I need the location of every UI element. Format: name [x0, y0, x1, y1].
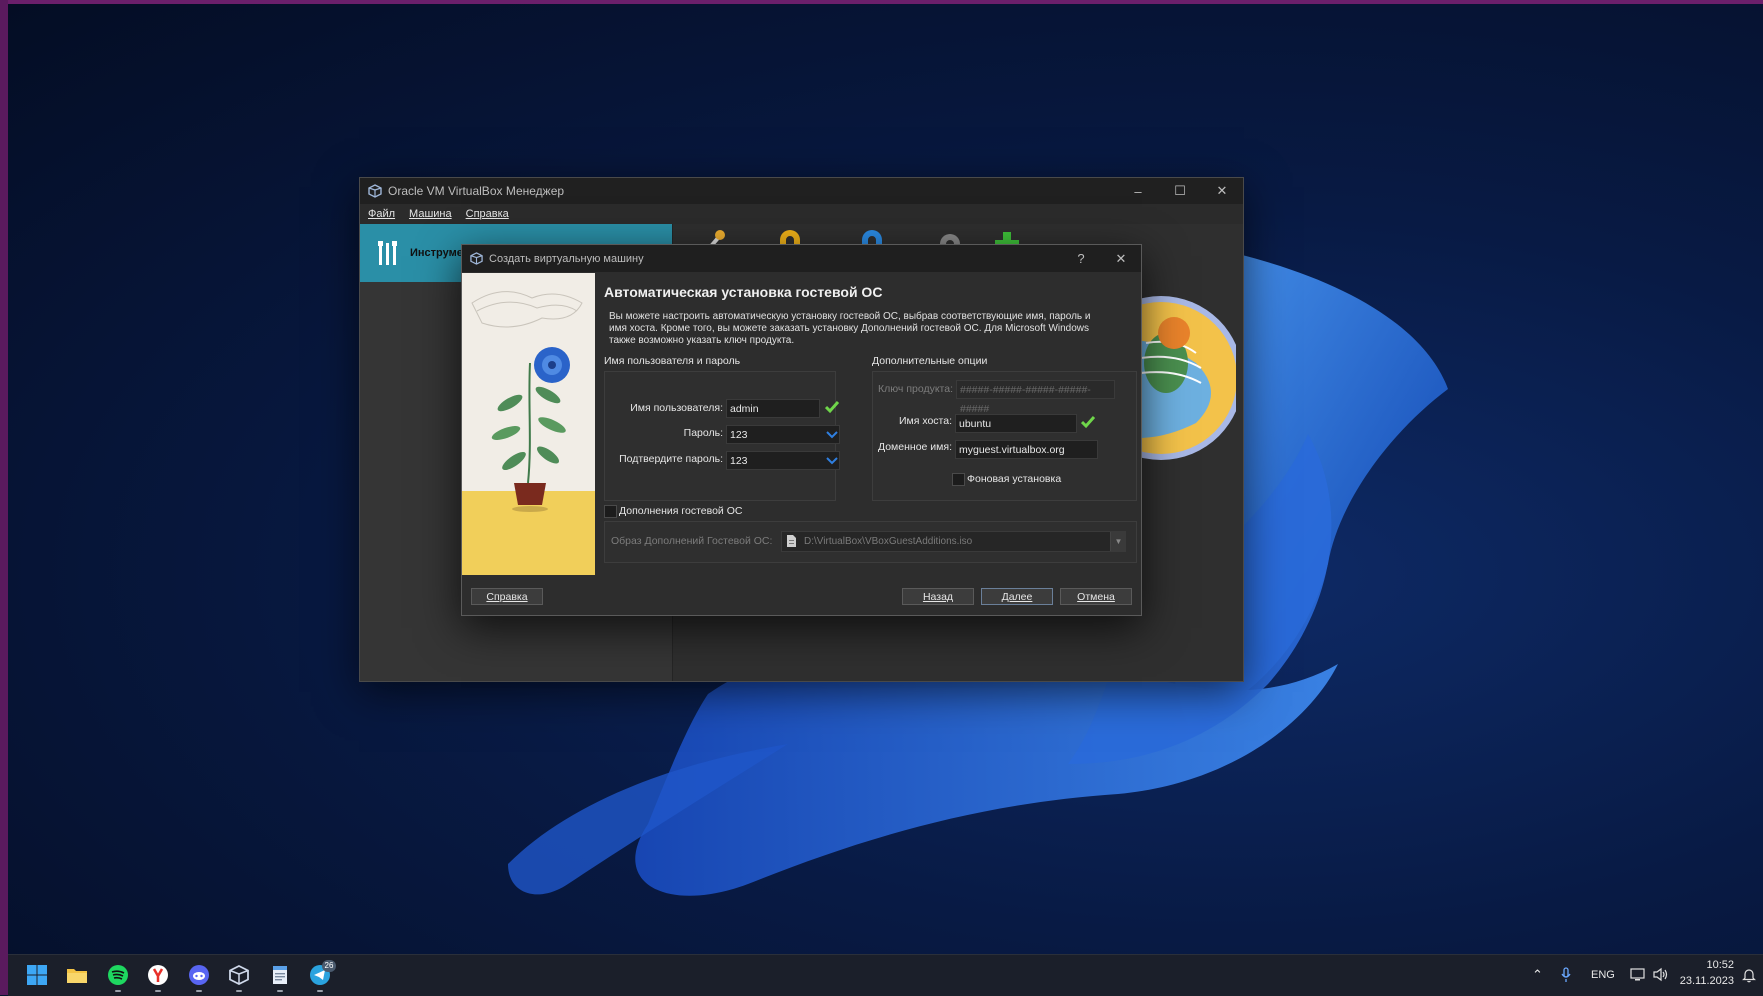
dialog-titlebar: Создать виртуальную машину ? ✕: [462, 245, 1141, 272]
wizard-page: Автоматическая установка гостевой ОС Вы …: [601, 273, 1141, 575]
password-label: Пароль:: [683, 427, 723, 439]
valid-check-icon: [1081, 416, 1095, 429]
password-input[interactable]: 123: [726, 425, 840, 444]
tray-overflow-chevron-icon[interactable]: ⌃: [1532, 967, 1543, 983]
network-icon[interactable]: [1630, 967, 1646, 982]
notepad-icon[interactable]: [269, 964, 291, 986]
spotify-icon[interactable]: [107, 964, 129, 986]
iso-path-field[interactable]: D:\VirtualBox\VBoxGuestAdditions.iso: [781, 531, 1126, 552]
help-button-label: Справка: [486, 591, 528, 603]
next-button-label: Далее: [1001, 591, 1033, 603]
potted-flower-illustration: [462, 291, 595, 575]
manager-title: Oracle VM VirtualBox Менеджер: [388, 184, 565, 198]
next-button[interactable]: Далее: [981, 588, 1053, 605]
input-language[interactable]: ENG: [1591, 969, 1615, 981]
product-key-input[interactable]: #####-#####-#####-#####-#####: [956, 380, 1115, 415]
windows-start-icon[interactable]: [26, 964, 48, 986]
headless-install-checkbox[interactable]: [952, 473, 965, 486]
domain-input[interactable]: myguest.virtualbox.org: [955, 440, 1098, 459]
volume-icon[interactable]: [1653, 967, 1669, 982]
menu-help[interactable]: Справка: [466, 208, 509, 220]
virtualbox-cube-icon: [368, 184, 382, 198]
dialog-close-button[interactable]: ✕: [1101, 245, 1141, 272]
clock-date[interactable]: 23.11.2023: [1674, 975, 1734, 987]
iso-label: Образ Дополнений Гостевой ОС:: [611, 535, 773, 547]
iso-dropdown-button[interactable]: ▼: [1110, 532, 1126, 551]
telegram-unread-badge: 26: [322, 960, 336, 972]
manager-titlebar: Oracle VM VirtualBox Менеджер – ☐ ✕: [360, 178, 1243, 204]
confirm-password-input[interactable]: 123: [726, 451, 840, 470]
back-button[interactable]: Назад: [902, 588, 974, 605]
close-button[interactable]: ✕: [1201, 178, 1243, 204]
confirm-password-label: Подтвердите пароль:: [619, 453, 723, 465]
dialog-help-button[interactable]: ?: [1061, 245, 1101, 272]
menu-file[interactable]: Файл: [368, 208, 395, 220]
password-visibility-icon[interactable]: [826, 431, 838, 439]
cancel-button-label: Отмена: [1077, 591, 1115, 603]
iso-file-icon: [787, 535, 796, 547]
discord-running-indicator: [196, 990, 202, 992]
notepad-running-indicator: [277, 990, 283, 992]
guest-additions-label: Дополнения гостевой ОС: [619, 505, 743, 517]
headless-install-label: Фоновая установка: [967, 473, 1062, 485]
minimize-button[interactable]: –: [1117, 178, 1159, 204]
user-group-title: Имя пользователя и пароль: [604, 355, 741, 367]
guest-additions-checkbox[interactable]: [604, 505, 617, 518]
clock-time[interactable]: 10:52: [1696, 959, 1734, 971]
confirm-password-visibility-icon[interactable]: [826, 457, 838, 465]
spotify-running-indicator: [115, 990, 121, 992]
tools-icon: [378, 241, 397, 265]
dialog-title: Создать виртуальную машину: [489, 252, 644, 265]
virtualbox-running-indicator: [236, 990, 242, 992]
valid-check-icon: [825, 401, 839, 414]
product-key-label: Ключ продукта:: [878, 383, 953, 395]
file-explorer-icon[interactable]: [66, 964, 88, 986]
manager-menubar: Файл Машина Справка: [360, 204, 1243, 224]
back-button-label: Назад: [922, 591, 954, 603]
create-vm-dialog: Создать виртуальную машину ? ✕ Автоматич…: [461, 244, 1142, 616]
maximize-button[interactable]: ☐: [1159, 178, 1201, 204]
options-group-title: Дополнительные опции: [872, 355, 988, 367]
username-input[interactable]: admin: [726, 399, 820, 418]
screen-frame-left: [0, 0, 8, 995]
wizard-illustration: [462, 273, 595, 575]
hostname-input[interactable]: ubuntu: [955, 414, 1077, 433]
iso-path-value: D:\VirtualBox\VBoxGuestAdditions.iso: [804, 536, 973, 547]
virtualbox-taskbar-icon[interactable]: [228, 964, 250, 986]
yandex-browser-icon[interactable]: [147, 964, 169, 986]
microphone-icon[interactable]: [1560, 967, 1572, 983]
menu-machine[interactable]: Машина: [409, 208, 452, 220]
username-label: Имя пользователя:: [630, 402, 723, 414]
cancel-button[interactable]: Отмена: [1060, 588, 1132, 605]
telegram-running-indicator: [317, 990, 323, 992]
help-button[interactable]: Справка: [471, 588, 543, 605]
discord-icon[interactable]: [188, 964, 210, 986]
page-description: Вы можете настроить автоматическую устан…: [609, 311, 1091, 346]
virtualbox-cube-icon: [470, 252, 483, 265]
notification-bell-icon[interactable]: [1742, 967, 1756, 983]
page-heading: Автоматическая установка гостевой ОС: [604, 284, 883, 300]
taskbar: 26 ⌃ ENG 10:52 23.11.2023: [8, 954, 1763, 996]
welcome-globe-illustration: [1136, 296, 1236, 460]
hostname-label: Имя хоста:: [898, 415, 952, 427]
yandex-running-indicator: [155, 990, 161, 992]
domain-label: Доменное имя:: [877, 441, 952, 453]
